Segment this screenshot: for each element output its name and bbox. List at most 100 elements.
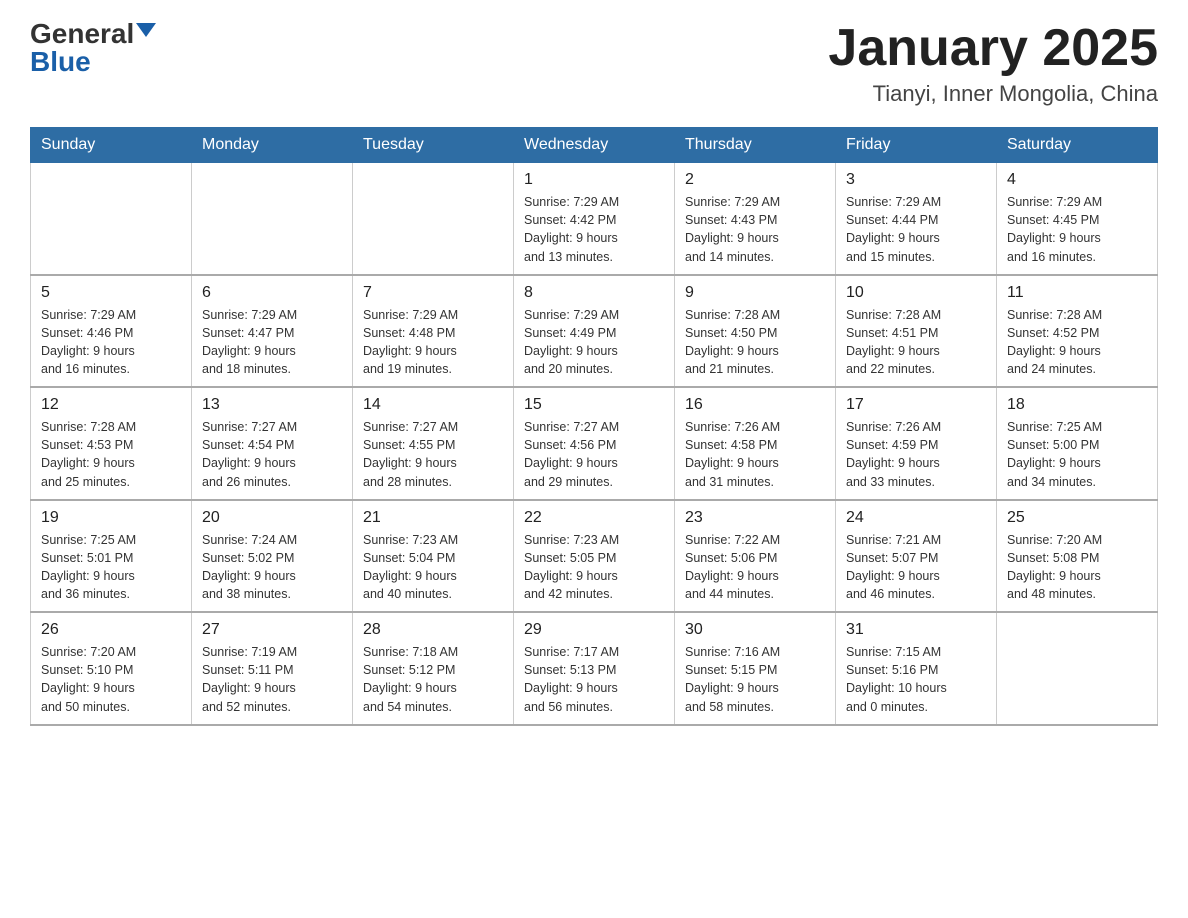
day-info: Sunrise: 7:29 AM Sunset: 4:45 PM Dayligh… xyxy=(1007,193,1147,266)
calendar-cell: 6 Sunrise: 7:29 AM Sunset: 4:47 PM Daylig… xyxy=(192,275,353,388)
day-info: Sunrise: 7:25 AM Sunset: 5:00 PM Dayligh… xyxy=(1007,418,1147,491)
day-info: Sunrise: 7:23 AM Sunset: 5:04 PM Dayligh… xyxy=(363,531,503,604)
calendar-cell: 2 Sunrise: 7:29 AM Sunset: 4:43 PM Daylig… xyxy=(675,163,836,275)
day-number: 6 xyxy=(202,284,342,302)
day-number: 2 xyxy=(685,171,825,189)
calendar-cell: 21Sunrise: 7:23 AM Sunset: 5:04 PM Dayli… xyxy=(353,500,514,613)
calendar-cell: 24 Sunrise: 7:21 AM Sunset: 5:07 PM Dayli… xyxy=(836,500,997,613)
calendar-cell: 31 Sunrise: 7:15 AM Sunset: 5:16 PM Dayli… xyxy=(836,612,997,725)
calendar-table: SundayMondayTuesdayWednesdayThursdayFrid… xyxy=(30,127,1158,726)
title-section: January 2025 Tianyi, Inner Mongolia, Chi… xyxy=(828,20,1158,107)
calendar-cell: 23 Sunrise: 7:22 AM Sunset: 5:06 PM Dayli… xyxy=(675,500,836,613)
calendar-cell: 22 Sunrise: 7:23 AM Sunset: 5:05 PM Dayli… xyxy=(514,500,675,613)
day-number: 7 xyxy=(363,284,503,302)
day-info: Sunrise: 7:28 AM Sunset: 4:52 PM Dayligh… xyxy=(1007,306,1147,379)
day-number: 20 xyxy=(202,509,342,527)
page-header: General Blue January 2025 Tianyi, Inner … xyxy=(30,20,1158,107)
day-info: Sunrise: 7:24 AM Sunset: 5:02 PM Dayligh… xyxy=(202,531,342,604)
day-info: Sunrise: 7:19 AM Sunset: 5:11 PM Dayligh… xyxy=(202,643,342,716)
day-info: Sunrise: 7:29 AM Sunset: 4:47 PM Dayligh… xyxy=(202,306,342,379)
day-number: 28 xyxy=(363,621,503,639)
calendar-cell: 20 Sunrise: 7:24 AM Sunset: 5:02 PM Dayli… xyxy=(192,500,353,613)
calendar-cell: 29Sunrise: 7:17 AM Sunset: 5:13 PM Dayli… xyxy=(514,612,675,725)
day-number: 1 xyxy=(524,171,664,189)
day-number: 27 xyxy=(202,621,342,639)
weekday-header-monday: Monday xyxy=(192,128,353,163)
weekday-header-row: SundayMondayTuesdayWednesdayThursdayFrid… xyxy=(31,128,1158,163)
calendar-cell: 12 Sunrise: 7:28 AM Sunset: 4:53 PM Dayli… xyxy=(31,387,192,500)
day-number: 12 xyxy=(41,396,181,414)
calendar-cell: 11 Sunrise: 7:28 AM Sunset: 4:52 PM Dayli… xyxy=(997,275,1158,388)
calendar-cell: 13 Sunrise: 7:27 AM Sunset: 4:54 PM Dayli… xyxy=(192,387,353,500)
logo-general-text: General xyxy=(30,20,134,48)
day-number: 10 xyxy=(846,284,986,302)
day-info: Sunrise: 7:29 AM Sunset: 4:49 PM Dayligh… xyxy=(524,306,664,379)
day-info: Sunrise: 7:28 AM Sunset: 4:50 PM Dayligh… xyxy=(685,306,825,379)
day-info: Sunrise: 7:28 AM Sunset: 4:51 PM Dayligh… xyxy=(846,306,986,379)
day-info: Sunrise: 7:29 AM Sunset: 4:44 PM Dayligh… xyxy=(846,193,986,266)
calendar-cell xyxy=(997,612,1158,725)
day-number: 4 xyxy=(1007,171,1147,189)
day-number: 14 xyxy=(363,396,503,414)
day-info: Sunrise: 7:16 AM Sunset: 5:15 PM Dayligh… xyxy=(685,643,825,716)
day-number: 15 xyxy=(524,396,664,414)
day-number: 23 xyxy=(685,509,825,527)
day-info: Sunrise: 7:29 AM Sunset: 4:43 PM Dayligh… xyxy=(685,193,825,266)
calendar-cell: 26 Sunrise: 7:20 AM Sunset: 5:10 PM Dayli… xyxy=(31,612,192,725)
day-number: 13 xyxy=(202,396,342,414)
calendar-week-row: 26 Sunrise: 7:20 AM Sunset: 5:10 PM Dayli… xyxy=(31,612,1158,725)
calendar-cell: 8Sunrise: 7:29 AM Sunset: 4:49 PM Daylig… xyxy=(514,275,675,388)
location-title: Tianyi, Inner Mongolia, China xyxy=(828,81,1158,107)
calendar-cell xyxy=(192,163,353,275)
weekday-header-sunday: Sunday xyxy=(31,128,192,163)
day-info: Sunrise: 7:15 AM Sunset: 5:16 PM Dayligh… xyxy=(846,643,986,716)
day-number: 26 xyxy=(41,621,181,639)
day-info: Sunrise: 7:27 AM Sunset: 4:55 PM Dayligh… xyxy=(363,418,503,491)
day-info: Sunrise: 7:26 AM Sunset: 4:59 PM Dayligh… xyxy=(846,418,986,491)
day-info: Sunrise: 7:23 AM Sunset: 5:05 PM Dayligh… xyxy=(524,531,664,604)
day-info: Sunrise: 7:21 AM Sunset: 5:07 PM Dayligh… xyxy=(846,531,986,604)
calendar-cell: 30 Sunrise: 7:16 AM Sunset: 5:15 PM Dayli… xyxy=(675,612,836,725)
calendar-cell: 3 Sunrise: 7:29 AM Sunset: 4:44 PM Daylig… xyxy=(836,163,997,275)
day-info: Sunrise: 7:27 AM Sunset: 4:54 PM Dayligh… xyxy=(202,418,342,491)
day-info: Sunrise: 7:28 AM Sunset: 4:53 PM Dayligh… xyxy=(41,418,181,491)
calendar-cell xyxy=(31,163,192,275)
day-info: Sunrise: 7:22 AM Sunset: 5:06 PM Dayligh… xyxy=(685,531,825,604)
day-number: 17 xyxy=(846,396,986,414)
calendar-cell: 14 Sunrise: 7:27 AM Sunset: 4:55 PM Dayli… xyxy=(353,387,514,500)
day-info: Sunrise: 7:29 AM Sunset: 4:46 PM Dayligh… xyxy=(41,306,181,379)
weekday-header-wednesday: Wednesday xyxy=(514,128,675,163)
day-info: Sunrise: 7:26 AM Sunset: 4:58 PM Dayligh… xyxy=(685,418,825,491)
calendar-week-row: 19Sunrise: 7:25 AM Sunset: 5:01 PM Dayli… xyxy=(31,500,1158,613)
calendar-cell: 1 Sunrise: 7:29 AM Sunset: 4:42 PM Daylig… xyxy=(514,163,675,275)
calendar-cell: 27 Sunrise: 7:19 AM Sunset: 5:11 PM Dayli… xyxy=(192,612,353,725)
calendar-cell: 16Sunrise: 7:26 AM Sunset: 4:58 PM Dayli… xyxy=(675,387,836,500)
day-number: 5 xyxy=(41,284,181,302)
day-info: Sunrise: 7:29 AM Sunset: 4:42 PM Dayligh… xyxy=(524,193,664,266)
day-number: 11 xyxy=(1007,284,1147,302)
day-info: Sunrise: 7:20 AM Sunset: 5:10 PM Dayligh… xyxy=(41,643,181,716)
day-number: 31 xyxy=(846,621,986,639)
day-number: 24 xyxy=(846,509,986,527)
logo-triangle-icon xyxy=(136,23,156,37)
day-info: Sunrise: 7:18 AM Sunset: 5:12 PM Dayligh… xyxy=(363,643,503,716)
day-number: 25 xyxy=(1007,509,1147,527)
calendar-cell: 9Sunrise: 7:28 AM Sunset: 4:50 PM Daylig… xyxy=(675,275,836,388)
day-number: 22 xyxy=(524,509,664,527)
calendar-cell: 7Sunrise: 7:29 AM Sunset: 4:48 PM Daylig… xyxy=(353,275,514,388)
calendar-cell: 17 Sunrise: 7:26 AM Sunset: 4:59 PM Dayli… xyxy=(836,387,997,500)
weekday-header-tuesday: Tuesday xyxy=(353,128,514,163)
day-number: 3 xyxy=(846,171,986,189)
calendar-cell xyxy=(353,163,514,275)
weekday-header-saturday: Saturday xyxy=(997,128,1158,163)
calendar-week-row: 12 Sunrise: 7:28 AM Sunset: 4:53 PM Dayli… xyxy=(31,387,1158,500)
calendar-cell: 15Sunrise: 7:27 AM Sunset: 4:56 PM Dayli… xyxy=(514,387,675,500)
calendar-cell: 5 Sunrise: 7:29 AM Sunset: 4:46 PM Daylig… xyxy=(31,275,192,388)
calendar-cell: 25Sunrise: 7:20 AM Sunset: 5:08 PM Dayli… xyxy=(997,500,1158,613)
calendar-week-row: 1 Sunrise: 7:29 AM Sunset: 4:42 PM Daylig… xyxy=(31,163,1158,275)
day-number: 30 xyxy=(685,621,825,639)
day-number: 18 xyxy=(1007,396,1147,414)
calendar-week-row: 5 Sunrise: 7:29 AM Sunset: 4:46 PM Daylig… xyxy=(31,275,1158,388)
calendar-cell: 19Sunrise: 7:25 AM Sunset: 5:01 PM Dayli… xyxy=(31,500,192,613)
weekday-header-thursday: Thursday xyxy=(675,128,836,163)
